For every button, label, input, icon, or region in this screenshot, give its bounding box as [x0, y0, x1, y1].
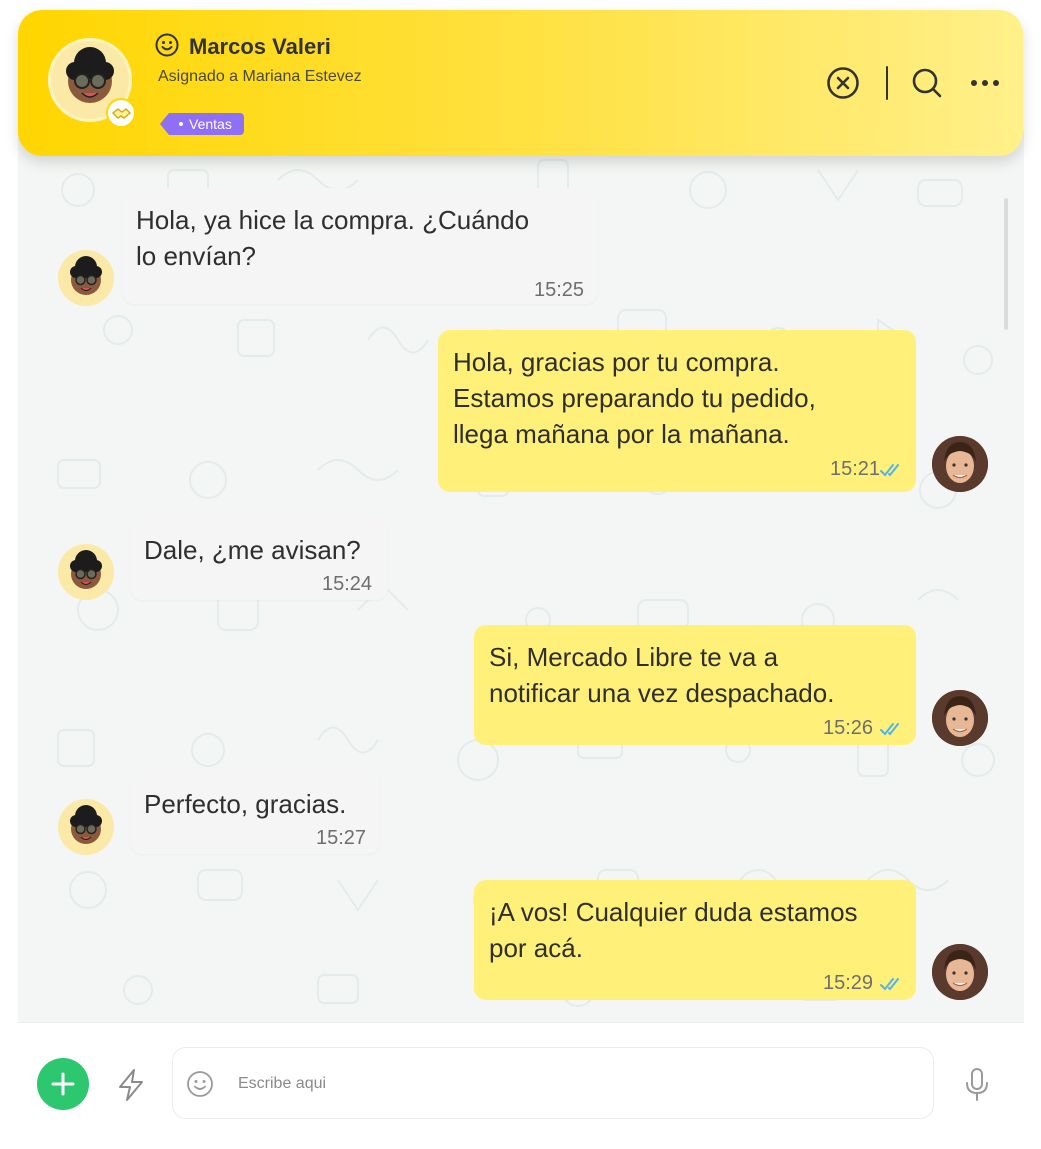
- search-icon: [912, 68, 942, 98]
- more-options-button[interactable]: [968, 66, 1002, 100]
- message-input[interactable]: [238, 1068, 898, 1100]
- header-divider: [886, 66, 888, 100]
- chat-header: Marcos Valeri Asignado a Mariana Estevez…: [18, 10, 1023, 156]
- message-timestamp: 15:25: [534, 279, 585, 301]
- contact-avatar-small: [58, 799, 114, 855]
- message-bubble-incoming[interactable]: Dale, ¿me avisan? 15:24: [130, 518, 388, 600]
- chat-scrollbar[interactable]: [1004, 198, 1008, 330]
- lightning-icon: [119, 1069, 143, 1101]
- smiley-icon: [154, 32, 180, 62]
- message-text-line: Si, Mercado Libre te va a: [489, 642, 779, 672]
- tag-ventas[interactable]: Ventas: [160, 113, 244, 135]
- quick-replies-button[interactable]: [112, 1066, 150, 1104]
- handshake-icon: [106, 98, 136, 128]
- voice-message-button[interactable]: [962, 1066, 992, 1104]
- more-icon: [971, 80, 999, 86]
- message-timestamp: 15:24: [322, 573, 373, 595]
- tag-label: Ventas: [189, 116, 232, 132]
- close-circle-icon: [827, 67, 859, 99]
- agent-avatar: [932, 944, 988, 1000]
- message-bubble-outgoing[interactable]: Hola, gracias por tu compra. Estamos pre…: [438, 330, 916, 492]
- agent-avatar: [932, 436, 988, 492]
- microphone-icon: [966, 1068, 988, 1101]
- add-attachment-button[interactable]: [37, 1058, 89, 1110]
- search-button[interactable]: [910, 66, 944, 100]
- chat-window: Marcos Valeri Asignado a Mariana Estevez…: [0, 0, 1041, 1149]
- message-text-line: Hola, gracias por tu compra.: [453, 347, 780, 377]
- close-conversation-button[interactable]: [826, 66, 860, 100]
- message-text-line: Hola, ya hice la compra. ¿Cuándo: [136, 205, 530, 235]
- assigned-agent-text: Asignado a Mariana Estevez: [158, 68, 362, 85]
- contact-avatar-small: [58, 544, 114, 600]
- message-text-line: Estamos preparando tu pedido,: [453, 383, 816, 413]
- agent-avatar: [932, 690, 988, 746]
- message-text-line: por acá.: [489, 933, 583, 963]
- message-text-line: ¡A vos! Cualquier duda estamos: [489, 897, 858, 927]
- read-checkmark-icon: [880, 978, 899, 991]
- message-text-line: Perfecto, gracias.: [144, 789, 347, 819]
- message-bubble-outgoing[interactable]: ¡A vos! Cualquier duda estamos por acá. …: [474, 880, 916, 1000]
- message-text-line: lo envían?: [136, 241, 256, 271]
- contact-avatar-small: [58, 250, 114, 306]
- message-text-line: Dale, ¿me avisan?: [144, 535, 361, 565]
- read-checkmark-icon: [880, 464, 899, 477]
- message-text-line: llega mañana por la mañana.: [453, 419, 790, 449]
- read-checkmark-icon: [880, 723, 899, 736]
- plus-icon: [51, 1072, 75, 1096]
- message-text-line: notificar una vez despachado.: [489, 678, 835, 708]
- message-bubble-incoming[interactable]: Perfecto, gracias. 15:27: [130, 772, 380, 854]
- message-timestamp: 15:26: [823, 717, 874, 739]
- emoji-icon: [187, 1071, 213, 1097]
- message-bubble-incoming[interactable]: Hola, ya hice la compra. ¿Cuándo lo enví…: [122, 188, 598, 304]
- message-bubble-outgoing[interactable]: Si, Mercado Libre te va a notificar una …: [474, 625, 916, 745]
- contact-name-row: Marcos Valeri: [154, 32, 331, 62]
- emoji-picker-button[interactable]: [186, 1070, 214, 1098]
- message-timestamp: 15:29: [823, 972, 874, 994]
- message-timestamp: 15:27: [316, 827, 367, 849]
- message-timestamp: 15:21: [830, 458, 881, 480]
- contact-name[interactable]: Marcos Valeri: [189, 34, 331, 60]
